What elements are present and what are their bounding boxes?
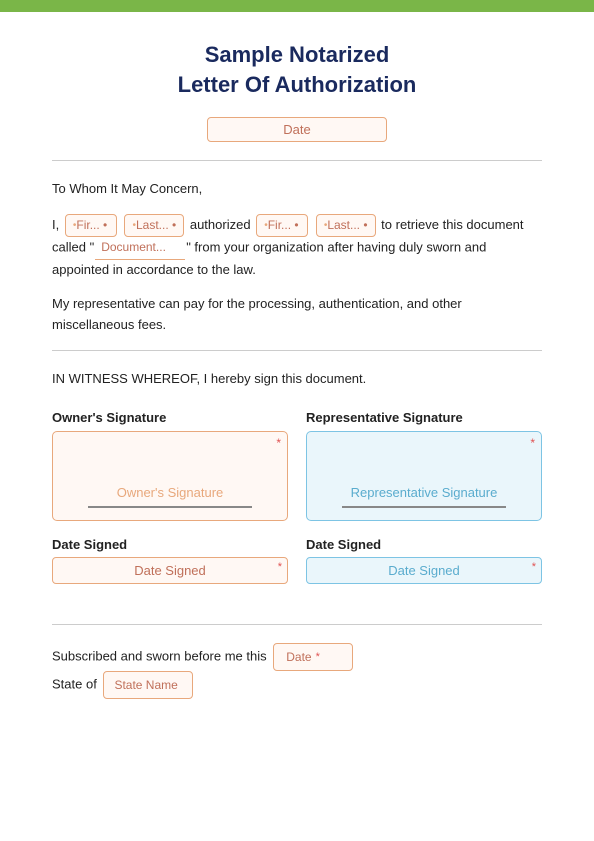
- owner-date-label: Date Signed: [52, 537, 288, 552]
- owner-sig-placeholder: Owner's Signature: [117, 485, 224, 500]
- owner-date-field[interactable]: Date Signed *: [52, 557, 288, 584]
- witness-text: IN WITNESS WHEREOF, I hereby sign this d…: [52, 369, 542, 390]
- owner-sig-line: [88, 506, 252, 508]
- subscribed-date-required: *: [316, 646, 320, 668]
- title-line1: Sample Notarized: [205, 42, 390, 67]
- subscribed-date-field[interactable]: Date *: [273, 643, 353, 671]
- owner-date-col: Date Signed Date Signed *: [52, 537, 288, 584]
- title-line2: Letter Of Authorization: [178, 72, 417, 97]
- owner-sig-box[interactable]: * Owner's Signature: [52, 431, 288, 521]
- rep-date-wrap: Date Signed *: [306, 557, 542, 584]
- page-content: Sample Notarized Letter Of Authorization…: [0, 12, 594, 739]
- top-bar: [0, 0, 594, 12]
- rep-date-label: Date Signed: [306, 537, 542, 552]
- rep-sig-placeholder: Representative Signature: [351, 485, 498, 500]
- date-input[interactable]: Date: [207, 117, 387, 142]
- state-name-field[interactable]: State Name: [103, 671, 193, 699]
- owner-date-required: *: [278, 561, 282, 573]
- owner-date-wrap: Date Signed *: [52, 557, 288, 584]
- rep-sig-label: Representative Signature: [306, 410, 542, 425]
- signatures-section: Owner's Signature * Owner's Signature Re…: [52, 410, 542, 521]
- owner-first-field[interactable]: Fir... •: [65, 214, 117, 237]
- date-signed-row: Date Signed Date Signed * Date Signed Da…: [52, 537, 542, 584]
- owner-sig-label: Owner's Signature: [52, 410, 288, 425]
- subscribed-line: Subscribed and sworn before me this Date…: [52, 643, 542, 671]
- rep-last-field[interactable]: Last... •: [316, 214, 376, 237]
- state-line: State of State Name: [52, 671, 542, 699]
- greeting: To Whom It May Concern,: [52, 179, 542, 200]
- body-paragraph-1: I, Fir... • Last... • authorized Fir... …: [52, 214, 542, 280]
- owner-last-field[interactable]: Last... •: [124, 214, 184, 237]
- rep-sig-box[interactable]: * Representative Signature: [306, 431, 542, 521]
- rep-sig-line: [342, 506, 506, 508]
- divider-3: [52, 624, 542, 625]
- owner-sig-required: *: [276, 436, 281, 450]
- rep-date-field[interactable]: Date Signed *: [306, 557, 542, 584]
- body-paragraph-2: My representative can pay for the proces…: [52, 294, 542, 336]
- subscribed-section: Subscribed and sworn before me this Date…: [52, 643, 542, 699]
- rep-first-field[interactable]: Fir... •: [256, 214, 308, 237]
- owner-sig-col: Owner's Signature * Owner's Signature: [52, 410, 288, 521]
- document-field[interactable]: Document...: [95, 237, 185, 259]
- rep-sig-col: Representative Signature * Representativ…: [306, 410, 542, 521]
- divider-2: [52, 350, 542, 351]
- page-title: Sample Notarized Letter Of Authorization: [52, 40, 542, 99]
- rep-date-col: Date Signed Date Signed *: [306, 537, 542, 584]
- divider-1: [52, 160, 542, 161]
- date-field-wrapper: Date: [52, 117, 542, 142]
- rep-sig-required: *: [530, 436, 535, 450]
- rep-date-required: *: [532, 561, 536, 573]
